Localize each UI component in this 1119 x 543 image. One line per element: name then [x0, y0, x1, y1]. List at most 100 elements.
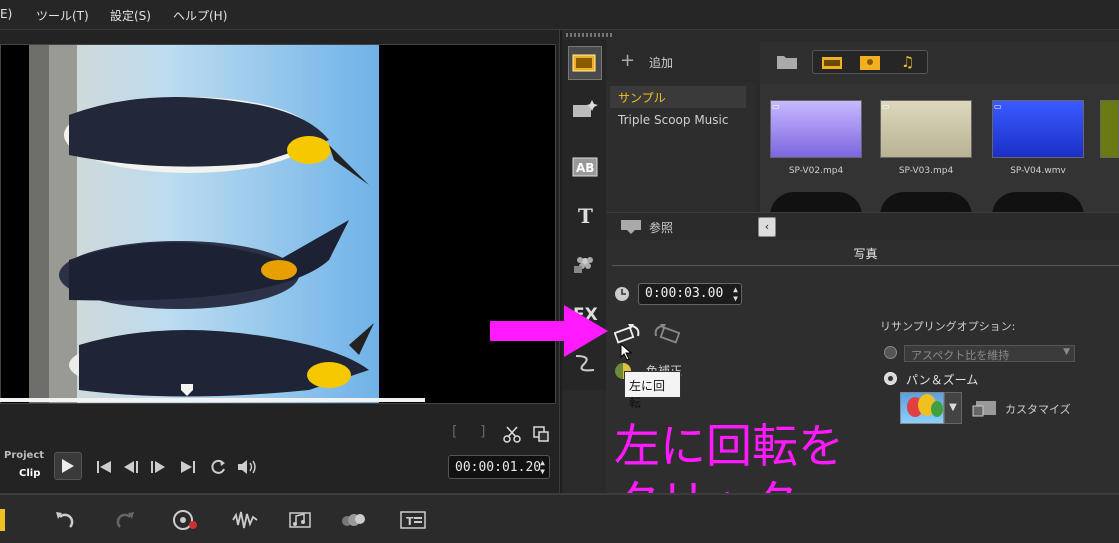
- timeline-scrubber[interactable]: [0, 398, 425, 402]
- redo-icon[interactable]: [112, 509, 138, 531]
- thumbnail-label: SP-V02.mp4: [788, 166, 844, 176]
- annotation-line-1: 左に回転を: [614, 419, 844, 473]
- media-icon: [572, 54, 596, 72]
- scrubber-handle-icon[interactable]: [180, 383, 194, 397]
- svg-text:AB: AB: [576, 161, 594, 175]
- balloon-icon: [907, 394, 943, 417]
- media-filter-group: ♫: [812, 50, 928, 74]
- preset-dropdown-icon[interactable]: ▼: [944, 392, 962, 424]
- svg-text:T: T: [406, 515, 414, 528]
- aspect-ratio-select[interactable]: アスペクト比を維持 ▼: [904, 345, 1075, 362]
- motion-tracking-icon[interactable]: [340, 509, 366, 531]
- audio-thumbnail[interactable]: [770, 192, 862, 214]
- collapse-chevron-icon[interactable]: ‹: [758, 217, 776, 237]
- scissors-icon[interactable]: [503, 425, 521, 443]
- video-badge-icon: ▭: [772, 102, 780, 111]
- pan-zoom-preset-thumbnail[interactable]: [900, 392, 944, 424]
- thumbnail-item[interactable]: ▭ SP-V04.wmv: [984, 86, 1092, 184]
- duration-stepper-icon[interactable]: ▲ ▼: [733, 285, 738, 303]
- play-button[interactable]: [54, 452, 82, 480]
- add-folder-button[interactable]: 追加: [649, 54, 673, 71]
- menu-settings[interactable]: 設定(S): [110, 7, 151, 24]
- thumbnail-item[interactable]: ▭ SP-V02.mp4: [762, 86, 870, 184]
- photo-filter-icon[interactable]: [859, 55, 881, 71]
- annotation-arrow-icon: [490, 305, 608, 357]
- aspect-ratio-radio[interactable]: [884, 346, 897, 359]
- auto-music-icon[interactable]: [288, 509, 314, 531]
- media-toolbar: ♫: [760, 42, 1119, 84]
- graphic-icon: [574, 257, 593, 273]
- tab-transition[interactable]: AB: [568, 150, 602, 184]
- thumbnail-label: SP-V03.mp4: [898, 166, 954, 176]
- mark-in-icon[interactable]: [: [452, 425, 457, 439]
- thumbnail-label: SP-V04.wmv: [1010, 166, 1066, 176]
- svg-text:T: T: [578, 204, 593, 226]
- subtitle-editor-icon[interactable]: T: [400, 509, 426, 531]
- mode-clip-label[interactable]: Clip: [19, 468, 40, 479]
- library-header: + 追加: [606, 42, 756, 82]
- browse-button[interactable]: 参照: [649, 219, 673, 236]
- duration-value: 0:00:03.00: [645, 286, 724, 301]
- tab-graphic[interactable]: [568, 246, 602, 280]
- timecode-stepper-icon[interactable]: ▲ ▼: [540, 458, 545, 476]
- resample-options-label: リサンプリングオプション:: [880, 320, 1016, 333]
- timeline-toolbar: T: [0, 493, 1119, 543]
- rotate-right-icon[interactable]: [652, 322, 680, 344]
- go-to-end-icon[interactable]: [180, 460, 196, 474]
- audio-thumbnail[interactable]: [880, 192, 972, 214]
- pan-zoom-label[interactable]: パン＆ズーム: [906, 371, 978, 388]
- media-thumbnail-grid: ▭ SP-V02.mp4 ▭ SP-V03.mp4 ▭ SP-V04.wmv: [760, 84, 1119, 214]
- previous-frame-icon[interactable]: [123, 460, 139, 474]
- video-badge-icon: ▭: [882, 102, 890, 111]
- tab-media[interactable]: [568, 46, 602, 80]
- volume-icon[interactable]: [236, 458, 258, 476]
- tab-title[interactable]: T: [568, 198, 602, 232]
- folder-icon[interactable]: [776, 52, 798, 70]
- timecode-display[interactable]: 00:00:01.20 ▲ ▼: [448, 455, 550, 479]
- add-icon[interactable]: +: [620, 50, 635, 71]
- customize-icon[interactable]: [972, 398, 998, 418]
- browse-bar: 参照 ‹: [606, 212, 1119, 240]
- pan-zoom-radio[interactable]: [884, 372, 897, 385]
- go-to-start-icon[interactable]: [96, 460, 112, 474]
- menu-bar: E) ツール(T) 設定(S) ヘルプ(H): [0, 0, 1119, 30]
- record-capture-icon[interactable]: [172, 509, 198, 531]
- transition-icon: AB: [572, 157, 598, 177]
- chevron-down-icon: ▼: [1063, 347, 1070, 357]
- copy-icon[interactable]: [532, 425, 550, 443]
- repeat-icon[interactable]: [209, 458, 227, 476]
- play-icon: [62, 459, 74, 473]
- timeline-view-indicator[interactable]: [0, 509, 5, 531]
- thumbnail-image: [770, 100, 862, 158]
- next-frame-icon[interactable]: [150, 460, 166, 474]
- undo-icon[interactable]: [52, 509, 78, 531]
- video-preview[interactable]: [0, 44, 556, 404]
- project-clip-toggle[interactable]: Project Clip: [0, 448, 46, 484]
- mark-out-icon[interactable]: ]: [480, 425, 485, 439]
- audio-thumbnail[interactable]: [992, 192, 1084, 214]
- options-tab-photo[interactable]: 写真: [612, 242, 1119, 266]
- timecode-value: 00:00:01.20: [455, 460, 542, 475]
- thumbnail-item[interactable]: ▭ SP-V03.mp4: [872, 86, 980, 184]
- instant-project-icon: [573, 100, 598, 117]
- folder-item-sample[interactable]: サンプル: [610, 86, 746, 108]
- video-filter-icon[interactable]: [821, 55, 843, 71]
- audio-mixer-icon[interactable]: [232, 509, 258, 531]
- customize-button[interactable]: カスタマイズ: [1005, 401, 1071, 417]
- menu-help[interactable]: ヘルプ(H): [173, 7, 227, 24]
- duration-field[interactable]: 0:00:03.00 ▲ ▼: [638, 283, 742, 305]
- grip-handle[interactable]: [566, 33, 614, 37]
- thumbnail-image: [992, 100, 1084, 158]
- menu-tools[interactable]: ツール(T): [36, 7, 89, 24]
- menu-edit[interactable]: E): [0, 7, 12, 21]
- browse-icon[interactable]: [620, 218, 642, 234]
- audio-filter-icon[interactable]: ♫: [901, 53, 914, 71]
- thumbnail-image: [880, 100, 972, 158]
- tab-instant-project[interactable]: [568, 92, 602, 126]
- folder-list: サンプル Triple Scoop Music: [606, 82, 756, 214]
- rotate-left-icon[interactable]: [614, 322, 642, 344]
- folder-item-triple-scoop[interactable]: Triple Scoop Music: [610, 110, 746, 132]
- title-icon: T: [578, 204, 593, 226]
- thumbnail-image[interactable]: [1100, 100, 1119, 158]
- mode-project-label[interactable]: Project: [4, 450, 44, 461]
